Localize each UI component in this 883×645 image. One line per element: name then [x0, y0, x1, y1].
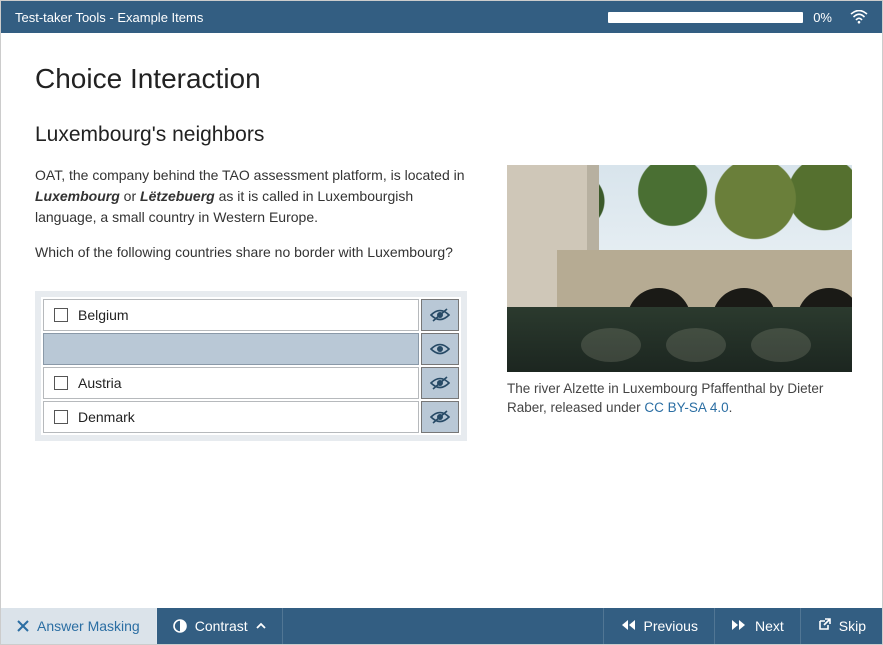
choice-label: Denmark: [78, 409, 135, 425]
chevron-up-icon: [256, 622, 266, 630]
skip-label: Skip: [839, 618, 866, 634]
skip-button[interactable]: Skip: [800, 608, 882, 644]
intro-mid: or: [120, 188, 140, 204]
next-button[interactable]: Next: [714, 608, 800, 644]
license-link[interactable]: CC BY-SA 4.0: [644, 400, 728, 415]
intro-em-luxembourg: Luxembourg: [35, 188, 120, 204]
wifi-icon: [850, 10, 868, 24]
figure: The river Alzette in Luxembourg Pfaffent…: [507, 165, 852, 418]
mask-toggle-button[interactable]: [421, 401, 459, 433]
figure-caption: The river Alzette in Luxembourg Pfaffent…: [507, 380, 852, 418]
choice-option-masked[interactable]: [43, 333, 419, 365]
bottom-toolbar: Answer Masking Contrast Previous Next: [1, 608, 882, 644]
forward-icon: [731, 618, 747, 634]
progress-bar: [608, 12, 803, 23]
answer-masking-button[interactable]: Answer Masking: [1, 608, 157, 644]
choice-option-belgium[interactable]: Belgium: [43, 299, 419, 331]
page-title: Choice Interaction: [35, 63, 848, 95]
checkbox-icon[interactable]: [54, 376, 68, 390]
choice-option-denmark[interactable]: Denmark: [43, 401, 419, 433]
caption-post: .: [729, 400, 733, 415]
contrast-label: Contrast: [195, 618, 248, 634]
choice-row: Denmark: [43, 401, 459, 433]
figure-image: [507, 165, 852, 372]
previous-button[interactable]: Previous: [603, 608, 714, 644]
choice-label: Belgium: [78, 307, 129, 323]
previous-label: Previous: [644, 618, 698, 634]
next-label: Next: [755, 618, 784, 634]
contrast-icon: [173, 619, 187, 633]
page-subtitle: Luxembourg's neighbors: [35, 123, 848, 147]
mask-toggle-button[interactable]: [421, 333, 459, 365]
choice-label: Austria: [78, 375, 122, 391]
progress-percent: 0%: [813, 10, 832, 25]
choice-option-austria[interactable]: Austria: [43, 367, 419, 399]
checkbox-icon[interactable]: [54, 308, 68, 322]
test-title: Test-taker Tools - Example Items: [15, 10, 608, 25]
mask-toggle-button[interactable]: [421, 299, 459, 331]
choice-list: Belgium: [35, 291, 467, 441]
mask-toggle-button[interactable]: [421, 367, 459, 399]
checkbox-icon[interactable]: [54, 410, 68, 424]
choice-row: [43, 333, 459, 365]
top-bar: Test-taker Tools - Example Items 0%: [1, 1, 882, 33]
intro-pre: OAT, the company behind the TAO assessme…: [35, 167, 465, 183]
answer-masking-label: Answer Masking: [37, 618, 140, 634]
question-text: Which of the following countries share n…: [35, 242, 467, 263]
choice-row: Austria: [43, 367, 459, 399]
main-content: Choice Interaction Luxembourg's neighbor…: [1, 33, 882, 608]
intro-text: OAT, the company behind the TAO assessme…: [35, 165, 467, 228]
contrast-button[interactable]: Contrast: [157, 608, 283, 644]
rewind-icon: [620, 618, 636, 634]
choice-row: Belgium: [43, 299, 459, 331]
external-link-icon: [817, 618, 831, 635]
intro-em-letzebuerg: Lëtzebuerg: [140, 188, 215, 204]
close-icon: [17, 620, 29, 632]
